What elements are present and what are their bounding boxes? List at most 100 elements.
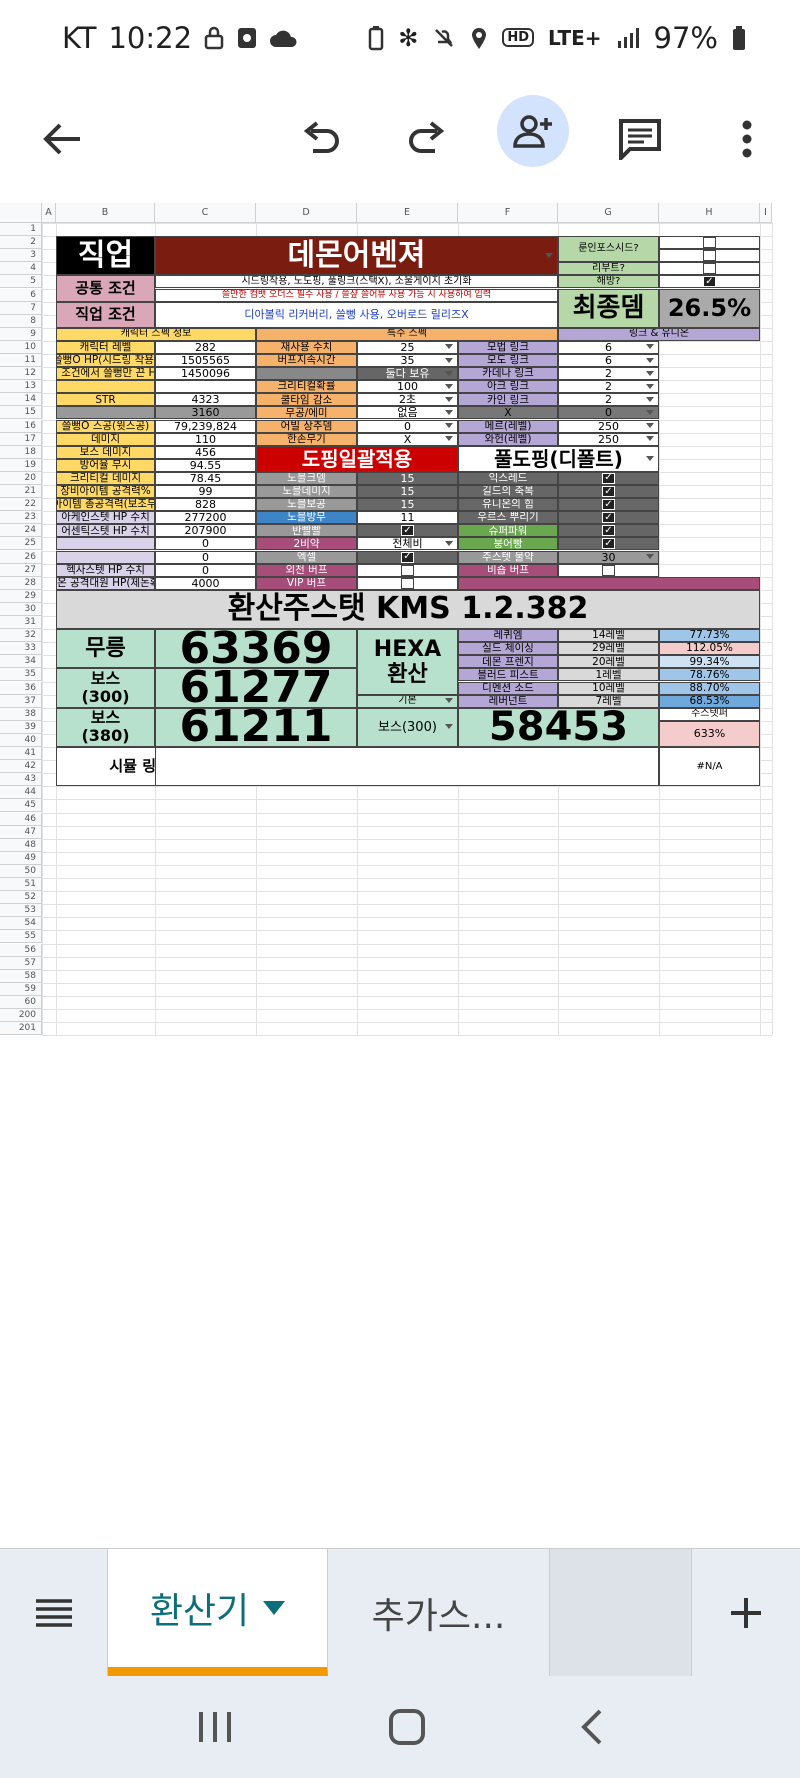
- char-spec-label[interactable]: 헥사스텟 HP 수치: [56, 563, 155, 577]
- row-header[interactable]: 52: [0, 891, 42, 905]
- char-spec-value[interactable]: 1505565: [155, 354, 256, 368]
- row-header[interactable]: 47: [0, 825, 42, 839]
- hexa-skill-percent[interactable]: 77.73%: [659, 629, 760, 643]
- all-sheets-button[interactable]: [0, 1549, 108, 1677]
- row-header[interactable]: 24: [0, 524, 42, 538]
- row-header[interactable]: 35: [0, 668, 42, 682]
- dropdown-arrow-icon[interactable]: [646, 357, 654, 363]
- row-header[interactable]: 50: [0, 864, 42, 878]
- dropdown-arrow-icon[interactable]: [646, 409, 654, 415]
- mureung-label[interactable]: 무릉: [56, 629, 155, 669]
- row-header[interactable]: 59: [0, 982, 42, 996]
- buff-checkbox[interactable]: ✓: [558, 485, 659, 499]
- special-spec-value[interactable]: 없음: [357, 406, 458, 420]
- doping-label[interactable]: 2비약: [256, 537, 357, 551]
- final-damage-label[interactable]: 최종뎀: [558, 288, 659, 328]
- column-header-d[interactable]: D: [256, 203, 357, 223]
- dropdown-arrow-icon[interactable]: [445, 540, 453, 546]
- special-spec-label[interactable]: 한손무기: [256, 432, 357, 446]
- hexa-skill-percent[interactable]: 99.34%: [659, 655, 760, 669]
- link-label[interactable]: 카데나 링크: [458, 367, 558, 381]
- reboot-question[interactable]: 리부트?: [558, 262, 659, 276]
- dropdown-arrow-icon[interactable]: [646, 344, 654, 350]
- char-spec-label[interactable]: 위 조건에서 쓸뻥만 끈 HP: [56, 367, 155, 381]
- checkbox[interactable]: [703, 237, 716, 249]
- row-header[interactable]: 8: [0, 314, 42, 328]
- special-spec-value[interactable]: 35: [357, 354, 458, 368]
- dropdown-arrow-icon[interactable]: [445, 436, 453, 442]
- special-spec-value[interactable]: 100: [357, 380, 458, 394]
- checkbox[interactable]: [703, 250, 716, 262]
- dropdown-arrow-icon[interactable]: [646, 396, 654, 402]
- buff-checkbox[interactable]: ✓: [558, 524, 659, 538]
- row-header[interactable]: 30: [0, 602, 42, 616]
- doping-label[interactable]: 노블데미지: [256, 485, 357, 499]
- char-spec-value[interactable]: [155, 380, 256, 394]
- rune-checkbox-2[interactable]: [659, 249, 760, 263]
- common-condition-label[interactable]: 공통 조건: [56, 275, 155, 302]
- doping-label[interactable]: 엑셀: [256, 550, 357, 564]
- char-spec-value[interactable]: 79,239,824: [155, 419, 256, 433]
- hexa-skill-name[interactable]: 레버넌트: [458, 694, 558, 708]
- special-spec-label[interactable]: [256, 367, 357, 381]
- checkbox[interactable]: [602, 564, 615, 576]
- dropdown-arrow-icon[interactable]: [646, 383, 654, 389]
- char-spec-value[interactable]: 277200: [155, 511, 256, 525]
- row-header[interactable]: 37: [0, 694, 42, 708]
- dropdown-arrow-icon[interactable]: [646, 370, 654, 376]
- doping-value[interactable]: ✓: [357, 524, 458, 538]
- row-header[interactable]: 58: [0, 969, 42, 983]
- column-header-h[interactable]: H: [659, 203, 760, 223]
- doping-value[interactable]: [357, 563, 458, 577]
- add-sheet-button[interactable]: [692, 1549, 800, 1677]
- row-header[interactable]: 44: [0, 786, 42, 800]
- link-value[interactable]: 250: [558, 432, 659, 446]
- dropdown-arrow-icon[interactable]: [445, 396, 453, 402]
- boss300-label[interactable]: 보스 (300): [56, 668, 155, 708]
- doping-label[interactable]: VIP 버프: [256, 576, 357, 590]
- dropdown-arrow-icon[interactable]: [445, 344, 453, 350]
- buff-label[interactable]: 슈퍼파워: [458, 524, 558, 538]
- recent-apps-icon[interactable]: [197, 1710, 233, 1744]
- job-condition-label[interactable]: 직업 조건: [56, 301, 155, 328]
- doping-value[interactable]: 15: [357, 471, 458, 485]
- hexa-skill-name[interactable]: 데몬 프렌지: [458, 655, 558, 669]
- boss380-value[interactable]: 61211: [155, 707, 357, 747]
- undo-button[interactable]: [286, 104, 356, 174]
- char-spec-label[interactable]: 장비아이템 공격력%: [56, 485, 155, 499]
- special-spec-label[interactable]: 버프지속시간: [256, 354, 357, 368]
- link-label[interactable]: 아크 링크: [458, 380, 558, 394]
- hexa-skill-name[interactable]: 블러드 피스트: [458, 668, 558, 682]
- header-link-union[interactable]: 링크 & 유니온: [558, 327, 760, 341]
- buff-checkbox[interactable]: [558, 563, 659, 577]
- row-header[interactable]: 14: [0, 393, 42, 407]
- link-value[interactable]: 6: [558, 340, 659, 354]
- row-header[interactable]: 34: [0, 655, 42, 669]
- job-condition-value[interactable]: 디아볼릭 리커버리, 쓸뻥 사용, 오버로드 릴리즈X: [155, 301, 558, 328]
- row-header[interactable]: 15: [0, 406, 42, 420]
- job-value[interactable]: 데몬어벤져: [155, 236, 558, 276]
- row-header[interactable]: 28: [0, 576, 42, 590]
- checkbox-checked[interactable]: ✓: [703, 276, 716, 288]
- char-spec-value[interactable]: 282: [155, 340, 256, 354]
- char-spec-value[interactable]: 828: [155, 498, 256, 512]
- row-header[interactable]: 200: [0, 1009, 42, 1023]
- hexa-skill-level[interactable]: 1레벨: [558, 668, 659, 682]
- hexa-skill-percent[interactable]: 78.76%: [659, 668, 760, 682]
- row-header[interactable]: 3: [0, 249, 42, 263]
- row-header[interactable]: 22: [0, 498, 42, 512]
- buff-label[interactable]: 붕어빵: [458, 537, 558, 551]
- row-header[interactable]: 9: [0, 327, 42, 341]
- common-condition-line2[interactable]: 쓸만한 컴뱃 오더스 필수 사용 / 쓸샾 쓸어뷰 사용 가능 시 사용하여 입…: [155, 288, 558, 302]
- column-header-a[interactable]: A: [42, 203, 56, 223]
- back-button[interactable]: [27, 104, 97, 174]
- job-label[interactable]: 직업: [56, 236, 155, 276]
- row-header[interactable]: 32: [0, 629, 42, 643]
- hexa-label[interactable]: HEXA 환산: [357, 629, 458, 695]
- char-spec-label[interactable]: 쓸뻥O HP(시드링 착용): [56, 354, 155, 368]
- doping-value[interactable]: 15: [357, 485, 458, 499]
- dropdown-arrow-icon[interactable]: [445, 409, 453, 415]
- row-header[interactable]: 20: [0, 471, 42, 485]
- checkbox[interactable]: [703, 263, 716, 275]
- special-spec-value[interactable]: 2초: [357, 393, 458, 407]
